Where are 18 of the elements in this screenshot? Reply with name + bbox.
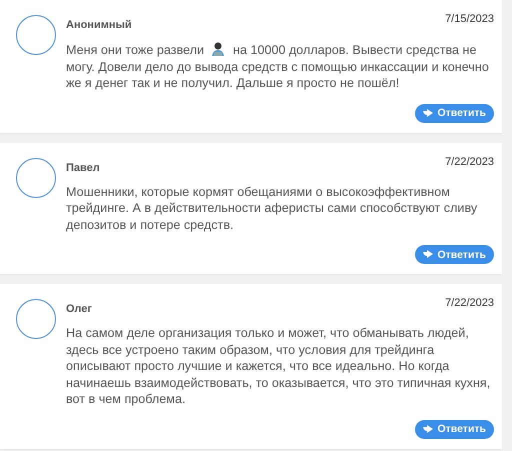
- comment-date: 7/22/2023: [445, 156, 494, 168]
- reply-arrow-icon: [423, 250, 434, 259]
- author-name: Олег: [66, 303, 92, 315]
- avatar: [16, 158, 56, 198]
- comment-text: Мошенники, которые кормят обещаниями о высокоэффективном трейдинге. А в действительности аферисты сами способствуют сливу депозитов и потере средств.: [66, 184, 478, 233]
- reply-button[interactable]: Ответить: [415, 104, 494, 122]
- avatar: [16, 15, 56, 55]
- reply-button[interactable]: Ответить: [415, 245, 494, 264]
- reply-arrow-icon: [423, 108, 434, 118]
- comment-text: На самом деле организация только и может, что обманывать людей, здесь все устроено таким образом, что условия для трейдинга описывают просто лучшие и кажется, что все идеально. Но когда начинаешь взаимодействовать, то оказывается, что это типичная кухня, вот в чем проблема.: [66, 325, 492, 408]
- author-name: Анонимный: [66, 19, 132, 31]
- reply-arrow-icon: [423, 424, 434, 434]
- comment-date: 7/15/2023: [445, 13, 494, 25]
- comment-date: 7/22/2023: [445, 297, 494, 309]
- reply-button[interactable]: Ответить: [415, 420, 494, 438]
- author-name: Павел: [66, 162, 100, 174]
- avatar: [16, 299, 56, 339]
- comment-text: Меня они тоже развели на 10000 долларов. Вывести средства не могу. Довели дело до вывода средств с помощью инкассации и конечно же я денег так и не получил. Дальше я просто не пошёл!: [66, 41, 490, 92]
